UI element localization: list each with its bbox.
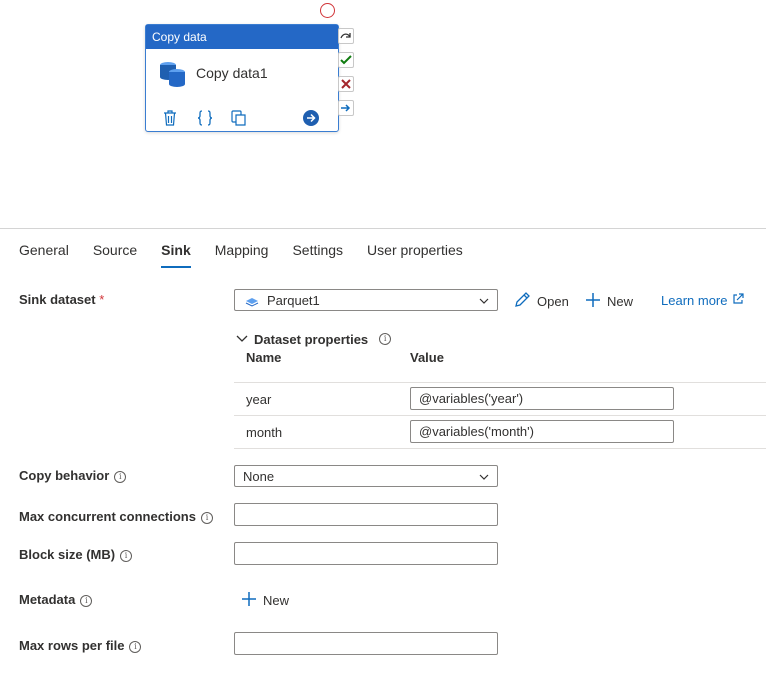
info-icon[interactable]: i	[200, 512, 213, 524]
learn-more-text: Learn more	[661, 293, 728, 308]
info-icon[interactable]: i	[114, 471, 127, 483]
property-value-year-input[interactable]: @variables('year')	[410, 387, 674, 410]
sink-dataset-label-text: Sink dataset	[19, 292, 96, 307]
plus-icon	[585, 291, 601, 312]
database-copy-icon	[158, 59, 188, 94]
connection-handle-icon[interactable]	[320, 3, 335, 18]
copy-behavior-text: Copy behavior	[19, 468, 110, 483]
row-divider	[234, 382, 766, 383]
parquet-icon	[245, 290, 259, 319]
property-name-year: year	[246, 392, 272, 407]
metadata-new-label: New	[263, 593, 290, 608]
clone-icon[interactable]	[230, 109, 248, 127]
tab-user-properties[interactable]: User properties	[367, 242, 463, 268]
copy-behavior-value: None	[243, 469, 275, 484]
open-label: Open	[537, 294, 569, 309]
column-header-value: Value	[410, 350, 444, 365]
metadata-new-button[interactable]: New	[241, 590, 289, 611]
column-header-name: Name	[246, 350, 282, 365]
max-concurrent-connections-text: Max concurrent connections	[19, 509, 196, 524]
sink-dataset-label: Sink dataset *	[19, 292, 104, 307]
tab-mapping[interactable]: Mapping	[215, 242, 269, 268]
copy-behavior-label: Copy behavior i	[19, 468, 127, 483]
new-label: New	[607, 294, 634, 309]
dataset-properties-label: Dataset properties	[254, 331, 369, 347]
metadata-label: Metadata i	[19, 592, 93, 607]
block-size-text: Block size (MB)	[19, 547, 116, 562]
info-icon[interactable]: i	[120, 550, 133, 562]
chevron-down-icon	[479, 290, 489, 321]
skip-icon[interactable]	[338, 28, 354, 44]
block-size-input[interactable]	[234, 542, 498, 565]
arrow-right-icon[interactable]	[302, 109, 320, 127]
tab-source[interactable]: Source	[93, 242, 137, 268]
new-dataset-button[interactable]: New	[585, 291, 633, 312]
dataset-properties-toggle[interactable]: Dataset properties i	[236, 330, 392, 348]
max-concurrent-connections-label: Max concurrent connections i	[19, 509, 213, 524]
external-link-icon	[732, 293, 745, 308]
chevron-down-icon	[479, 466, 489, 497]
max-rows-per-file-text: Max rows per file	[19, 638, 125, 653]
activity-name: Copy data1	[196, 65, 268, 81]
success-check-icon[interactable]	[338, 52, 354, 68]
info-icon[interactable]: i	[129, 641, 142, 653]
info-icon[interactable]: i	[80, 595, 93, 607]
panel-divider	[0, 228, 766, 229]
required-mark: *	[99, 292, 105, 307]
code-icon[interactable]	[196, 109, 214, 127]
sink-dataset-value: Parquet1	[267, 293, 320, 308]
block-size-label: Block size (MB) i	[19, 547, 133, 562]
delete-icon[interactable]	[162, 109, 180, 127]
tab-general[interactable]: General	[19, 242, 69, 268]
plus-icon	[241, 590, 257, 611]
sink-dataset-select[interactable]: Parquet1	[234, 289, 498, 311]
activity-type-label: Copy data	[146, 25, 338, 49]
max-rows-per-file-label: Max rows per file i	[19, 638, 142, 653]
copy-behavior-select[interactable]: None	[234, 465, 498, 487]
row-divider	[234, 448, 766, 449]
completion-arrow-icon[interactable]	[338, 100, 354, 116]
tab-sink[interactable]: Sink	[161, 242, 191, 268]
learn-more-link[interactable]: Learn more	[661, 293, 745, 308]
property-name-month: month	[246, 425, 283, 440]
edit-pencil-icon	[513, 291, 531, 312]
open-dataset-button[interactable]: Open	[513, 291, 569, 312]
chevron-down-icon	[236, 330, 248, 348]
metadata-text: Metadata	[19, 592, 76, 607]
max-concurrent-connections-input[interactable]	[234, 503, 498, 526]
tab-settings[interactable]: Settings	[292, 242, 343, 268]
row-divider	[234, 415, 766, 416]
properties-tabs: General Source Sink Mapping Settings Use…	[19, 242, 487, 268]
max-rows-per-file-input[interactable]	[234, 632, 498, 655]
failure-x-icon[interactable]	[338, 76, 354, 92]
info-icon[interactable]: i	[379, 333, 392, 345]
copy-data-activity[interactable]: Copy data Copy data1	[145, 24, 339, 132]
property-value-month-input[interactable]: @variables('month')	[410, 420, 674, 443]
